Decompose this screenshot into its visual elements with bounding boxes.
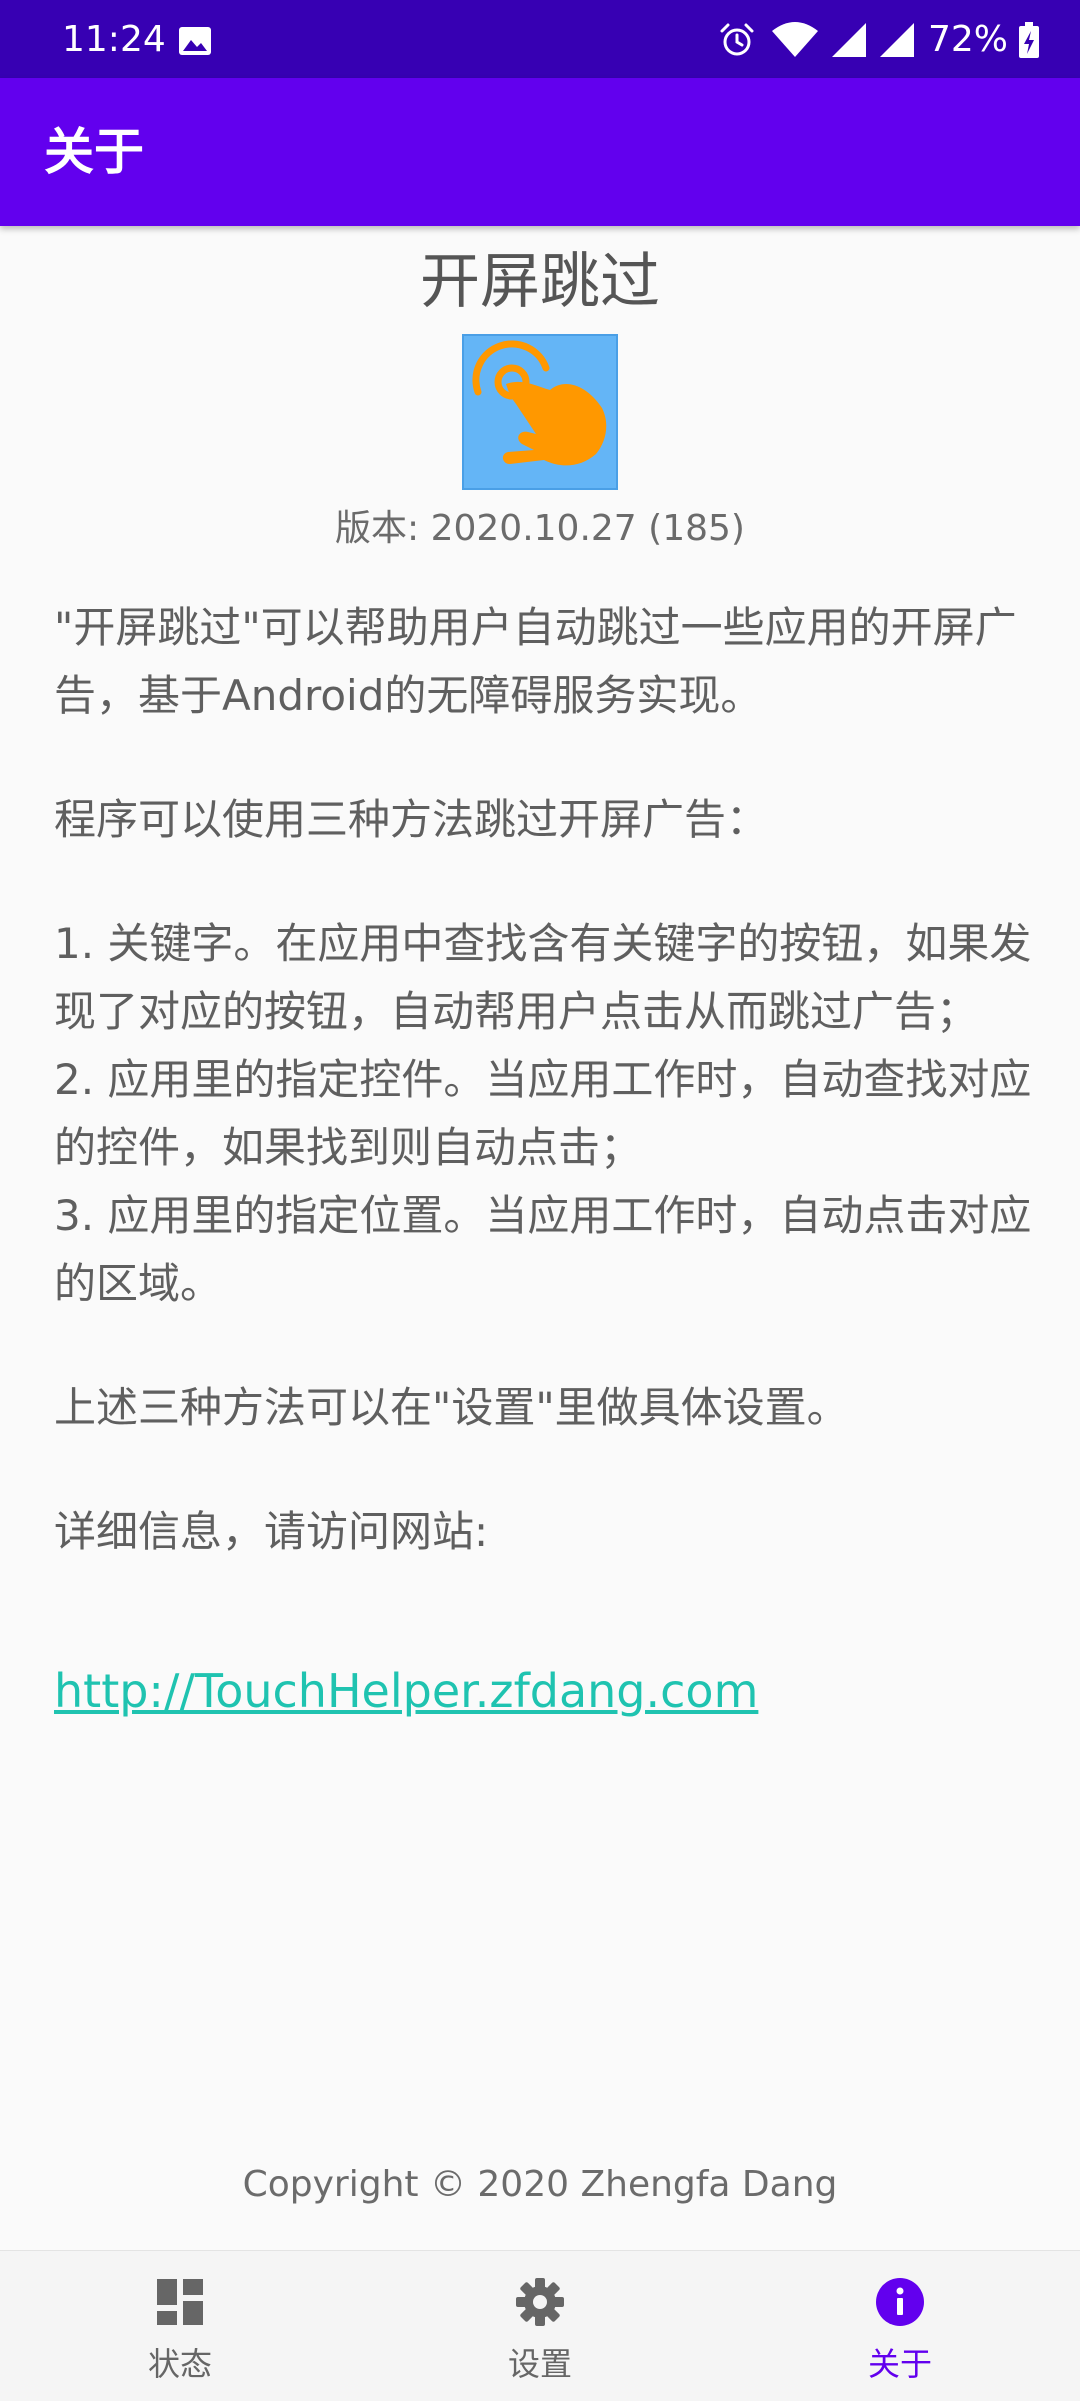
version-label: 版本: 2020.10.27 (185)	[335, 508, 745, 549]
dashboard-icon	[157, 2279, 203, 2325]
signal-icon	[879, 23, 914, 57]
settings-note: 上述三种方法可以在"设置"里做具体设置。	[54, 1383, 849, 1432]
nav-item-status[interactable]: 状态	[0, 2251, 360, 2401]
status-bar: 11:24 72%	[0, 0, 1080, 78]
app-name: 开屏跳过	[420, 247, 660, 317]
image-icon	[179, 27, 211, 55]
tap-hand-icon	[462, 334, 618, 490]
more-info-label: 详细信息，请访问网站:	[54, 1507, 489, 1556]
methods-heading: 程序可以使用三种方法跳过开屏广告：	[54, 795, 769, 844]
description: "开屏跳过"可以帮助用户自动跳过一些应用的开屏广告，基于Android的无障碍服…	[54, 594, 1044, 1566]
nav-label-about: 关于	[867, 2345, 932, 2383]
copyright: Copyright © 2020 Zhengfa Dang	[242, 2164, 838, 2205]
battery-percentage: 72%	[927, 19, 1008, 60]
method-item-3: 3. 应用里的指定位置。当应用工作时，自动点击对应的区域。	[54, 1191, 1032, 1308]
intro-text: "开屏跳过"可以帮助用户自动跳过一些应用的开屏广告，基于Android的无障碍服…	[54, 603, 1017, 720]
nav-label-status: 状态	[147, 2345, 212, 2383]
battery-charging-icon	[1019, 22, 1039, 58]
page-title: 关于	[44, 123, 144, 181]
alarm-icon	[720, 23, 754, 56]
nav-label-settings: 设置	[507, 2345, 572, 2383]
status-icons: 72%	[718, 18, 1040, 62]
app-bar: 关于	[0, 78, 1080, 226]
nav-item-settings[interactable]: 设置	[360, 2251, 720, 2401]
nav-item-about[interactable]: 关于	[720, 2251, 1080, 2401]
signal-icon	[831, 23, 866, 57]
wifi-icon	[771, 22, 818, 57]
gear-icon	[516, 2278, 564, 2326]
website-link[interactable]: http://TouchHelper.zfdang.com	[54, 1656, 758, 1726]
info-icon	[876, 2278, 924, 2326]
method-item-2: 2. 应用里的指定控件。当应用工作时，自动查找对应的控件，如果找到则自动点击；	[54, 1055, 1032, 1172]
method-item-1: 1. 关键字。在应用中查找含有关键字的按钮，如果发现了对应的按钮，自动帮用户点击…	[54, 919, 1032, 1036]
status-time: 11:24	[62, 19, 166, 60]
bottom-navigation: 状态 设置 关于	[0, 2250, 1080, 2401]
